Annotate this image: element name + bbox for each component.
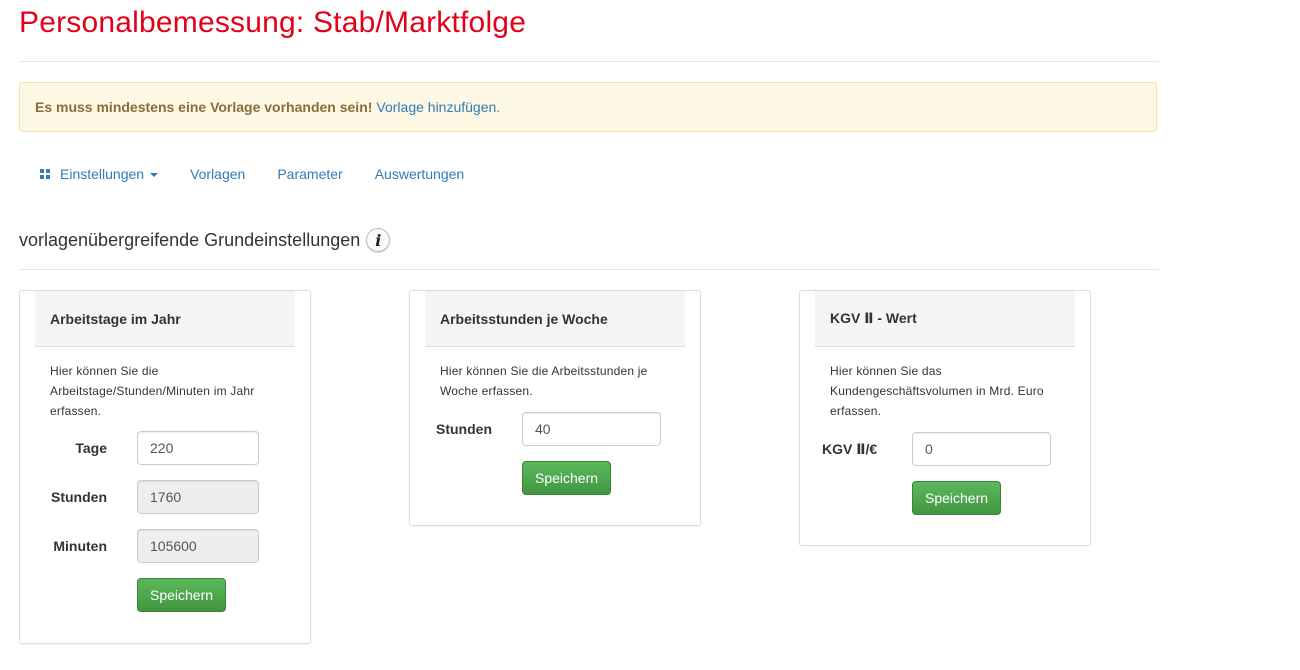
nav-settings-label: Einstellungen (60, 166, 145, 182)
weekly-hours-label: Stunden (436, 421, 492, 437)
alert-message: Es muss mindestens eine Vorlage vorhande… (35, 99, 373, 115)
panel-kgv: KGV Ⅱ - Wert Hier können Sie das Kundeng… (799, 290, 1091, 546)
add-template-link[interactable]: Vorlage hinzufügen. (376, 99, 500, 115)
kgv-input[interactable] (912, 432, 1051, 466)
panel-heading: Arbeitstage im Jahr (35, 291, 295, 347)
hours-input (137, 480, 259, 514)
form-row-days: Tage (20, 431, 310, 480)
panel-heading: KGV Ⅱ - Wert (815, 291, 1075, 347)
minutes-input (137, 529, 259, 563)
grid-icon (40, 169, 50, 179)
save-weekly-hours-button[interactable]: Speichern (522, 461, 612, 495)
save-work-days-button[interactable]: Speichern (137, 578, 227, 612)
caret-down-icon (150, 173, 159, 177)
page-title: Personalbemessung: Stab/Marktfolge (19, 6, 527, 39)
section-divider (19, 269, 1159, 270)
nav-settings-dropdown[interactable]: Einstellungen (40, 160, 159, 188)
hours-label: Stunden (51, 489, 107, 505)
form-row-minutes: Minuten (20, 529, 310, 578)
section-title-text: vorlagenübergreifende Grundeinstellungen (19, 229, 361, 250)
weekly-hours-input[interactable] (522, 412, 661, 446)
warning-alert: Es muss mindestens eine Vorlage vorhande… (19, 82, 1157, 132)
minutes-label: Minuten (53, 538, 107, 554)
nav-templates[interactable]: Vorlagen (190, 160, 245, 188)
panel-weekly-hours: Arbeitsstunden je Woche Hier können Sie … (409, 290, 701, 526)
days-input[interactable] (137, 431, 259, 465)
info-icon[interactable]: i (366, 228, 391, 252)
main-nav: Einstellungen Vorlagen Parameter Auswert… (40, 160, 496, 188)
nav-reports[interactable]: Auswertungen (375, 160, 465, 188)
panel-heading: Arbeitsstunden je Woche (425, 291, 685, 347)
form-row-weekly-hours: Stunden (410, 412, 700, 461)
nav-parameters[interactable]: Parameter (277, 160, 342, 188)
panel-work-days: Arbeitstage im Jahr Hier können Sie die … (19, 290, 311, 644)
panel-description: Hier können Sie die Arbeitstage/Stunden/… (50, 364, 255, 418)
form-row-kgv: KGV Ⅱ/€ (800, 432, 1090, 481)
title-divider (19, 61, 1159, 62)
panel-description: Hier können Sie das Kundengeschäftsvolum… (830, 364, 1044, 418)
save-kgv-button[interactable]: Speichern (912, 481, 1002, 515)
days-label: Tage (75, 440, 107, 456)
form-row-hours: Stunden (20, 480, 310, 529)
panel-description: Hier können Sie die Arbeitsstunden je Wo… (440, 364, 648, 398)
section-title: vorlagenübergreifende Grundeinstellungen… (19, 228, 391, 252)
kgv-label: KGV Ⅱ/€ (822, 440, 878, 457)
